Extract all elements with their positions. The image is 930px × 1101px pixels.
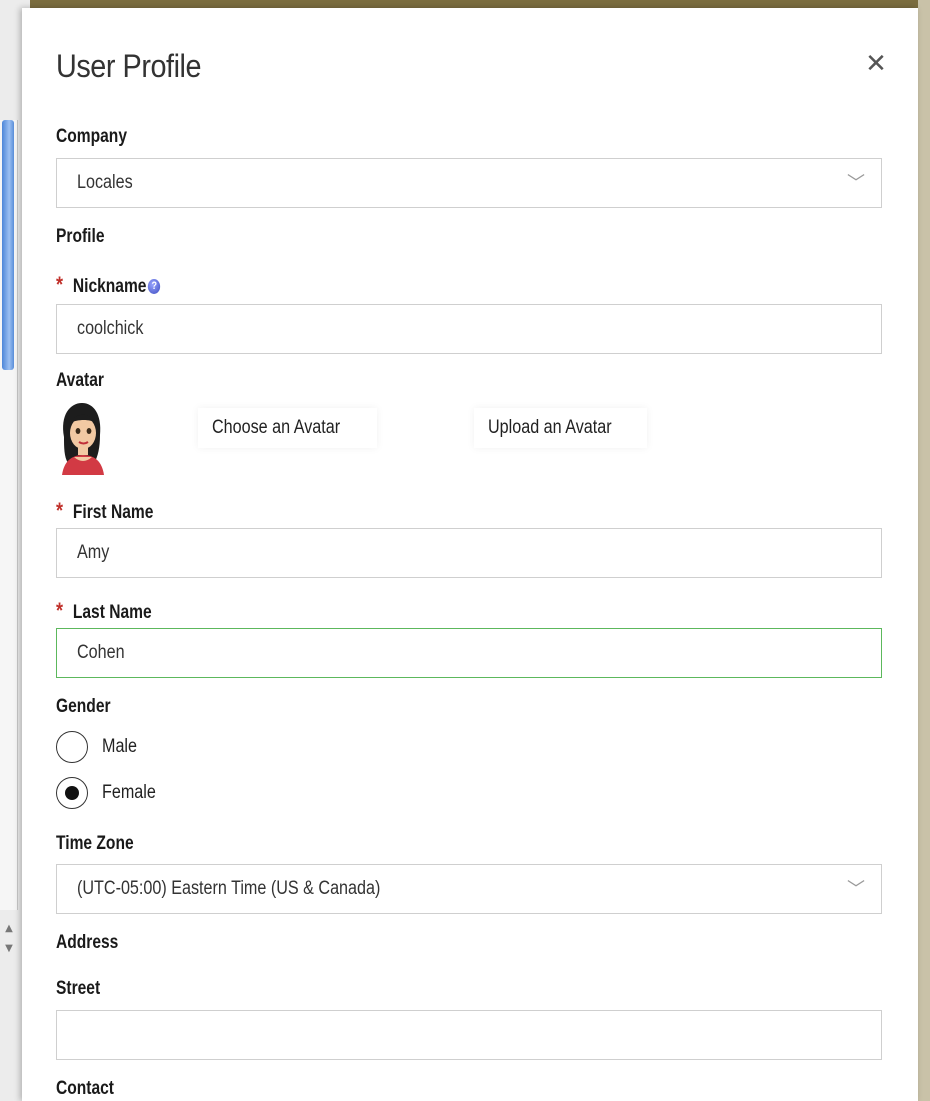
- user-profile-dialog: User Profile ✕ Company Locales ﹀ Profile…: [22, 8, 918, 1101]
- avatar: [62, 403, 104, 475]
- last-name-label-text: Last Name: [72, 602, 152, 623]
- chevron-down-icon: ﹀: [847, 173, 865, 193]
- address-section-label: Address: [56, 932, 119, 953]
- street-label: Street: [56, 978, 101, 999]
- required-marker: *: [56, 272, 64, 297]
- required-marker: *: [56, 598, 64, 623]
- first-name-label-text: First Name: [72, 502, 154, 523]
- first-name-value: Amy: [77, 542, 110, 563]
- nickname-input[interactable]: coolchick: [56, 304, 882, 354]
- gender-label: Gender: [56, 696, 111, 717]
- last-name-value: Cohen: [77, 642, 125, 663]
- gender-option-male[interactable]: Male: [56, 730, 143, 764]
- upload-avatar-button[interactable]: Upload an Avatar: [474, 408, 647, 448]
- required-marker: *: [56, 498, 64, 523]
- company-value: Locales: [77, 172, 133, 193]
- nickname-label-text: Nickname: [72, 276, 147, 297]
- time-zone-label: Time Zone: [56, 833, 134, 854]
- radio-male[interactable]: [56, 731, 88, 763]
- last-name-label: * Last Name: [56, 598, 152, 624]
- last-name-input[interactable]: Cohen: [56, 628, 882, 678]
- gender-option-female[interactable]: Female: [56, 776, 165, 810]
- avatar-label: Avatar: [56, 370, 104, 391]
- company-select[interactable]: Locales ﹀: [56, 158, 882, 208]
- company-label: Company: [56, 126, 127, 147]
- street-input[interactable]: [56, 1010, 882, 1060]
- scroll-up-icon[interactable]: ▲: [2, 922, 16, 936]
- time-zone-select[interactable]: (UTC-05:00) Eastern Time (US & Canada) ﹀: [56, 864, 882, 914]
- scroll-down-icon[interactable]: ▼: [2, 942, 16, 956]
- choose-avatar-label: Choose an Avatar: [212, 417, 341, 438]
- dialog-title: User Profile: [56, 48, 202, 84]
- nickname-label: * Nickname?: [56, 272, 161, 298]
- help-icon[interactable]: ?: [148, 279, 161, 294]
- chevron-down-icon: ﹀: [847, 879, 865, 899]
- radio-female-label: Female: [102, 782, 156, 803]
- nickname-value: coolchick: [77, 318, 144, 339]
- first-name-label: * First Name: [56, 498, 153, 524]
- background-scrollbar-thumb[interactable]: [2, 120, 14, 370]
- screen: ▲ ▼ User Profile ✕ Company Locales ﹀ Pro…: [0, 0, 930, 1101]
- background-window-edge-right: [918, 0, 930, 1101]
- choose-avatar-button[interactable]: Choose an Avatar: [198, 408, 377, 448]
- contact-section-label: Contact: [56, 1078, 115, 1099]
- radio-male-label: Male: [102, 736, 138, 757]
- profile-section-label: Profile: [56, 226, 105, 247]
- radio-female[interactable]: [56, 777, 88, 809]
- time-zone-value: (UTC-05:00) Eastern Time (US & Canada): [77, 878, 381, 899]
- first-name-input[interactable]: Amy: [56, 528, 882, 578]
- background-window-edge: [0, 0, 930, 8]
- close-icon[interactable]: ✕: [864, 51, 888, 77]
- upload-avatar-label: Upload an Avatar: [488, 417, 612, 438]
